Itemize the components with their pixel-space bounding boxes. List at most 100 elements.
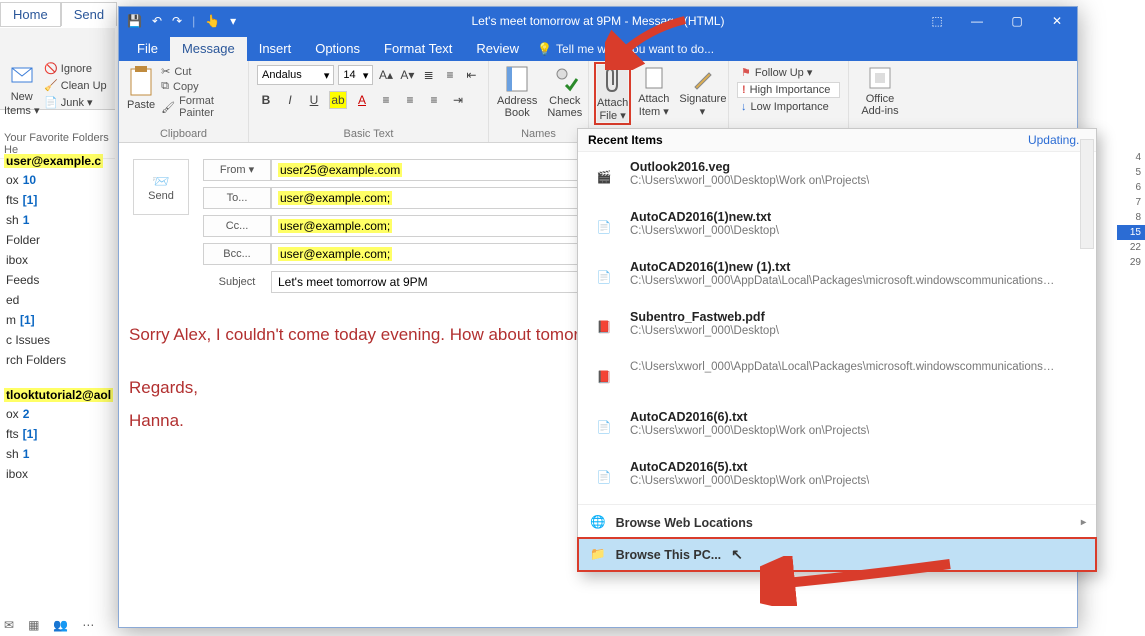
cursor-icon: ↖ [731,546,743,563]
low-importance-button[interactable]: ↓Low Importance [737,100,840,114]
nav-folder-row[interactable]: c Issues [0,330,115,350]
nav-folder-row[interactable]: Feeds [0,270,115,290]
highlight-button[interactable]: ab [329,91,347,109]
maximize-button[interactable]: ▢ [997,7,1037,35]
cut-button[interactable]: ✂Cut [161,65,240,78]
account-1[interactable]: user@example.c [4,154,103,168]
junk-button[interactable]: 📄 Junk ▾ [44,94,107,111]
scrollbar[interactable] [1080,139,1094,249]
menu-insert[interactable]: Insert [247,37,304,61]
main-tab-home[interactable]: Home [0,2,61,27]
to-button[interactable]: To... [203,187,271,209]
grow-font-button[interactable]: A▴ [377,66,394,84]
outdent-button[interactable]: ⇤ [463,66,480,84]
high-importance-button[interactable]: !High Importance [737,82,840,98]
shrink-font-button[interactable]: A▾ [399,66,416,84]
align-left-button[interactable]: ≡ [377,91,395,109]
ribbon-options-icon[interactable]: ⬚ [917,7,957,35]
more-nav-icon[interactable]: ⋯ [82,618,94,632]
copy-icon: ⧉ [161,80,169,93]
account-2[interactable]: tlooktutorial2@aol [4,388,113,402]
new-items-button[interactable]: New Items ▾ [4,62,39,119]
nav-folder-row[interactable]: ox2 [0,404,115,424]
bold-button[interactable]: B [257,91,275,109]
minimize-button[interactable]: — [957,7,997,35]
nav-folder-row[interactable]: Folder [0,230,115,250]
people-nav-icon[interactable]: 👥 [53,618,68,632]
chevron-down-icon: ▾ [324,69,330,82]
indent-button[interactable]: ⇥ [449,91,467,109]
attach-item-button[interactable]: Attach Item ▾ [638,65,669,122]
send-button[interactable]: 📨 Send [133,159,189,215]
cleanup-button[interactable]: 🧹 Clean Up [44,77,107,94]
align-center-button[interactable]: ≡ [401,91,419,109]
menu-file[interactable]: File [125,37,170,61]
nav-folder-row[interactable]: m[1] [0,310,115,330]
font-name-select[interactable]: Andalus▾ [257,65,334,85]
flag-icon: ⚑ [741,66,751,79]
address-book-button[interactable]: Address Book [497,65,537,119]
ignore-button[interactable]: 🚫 Ignore [44,60,107,77]
recent-file-item[interactable]: 📄AutoCAD2016(1)new (1).txtC:\Users\xworl… [578,252,1096,302]
brush-icon: 🖌 [161,101,175,114]
close-button[interactable]: ✕ [1037,7,1077,35]
recent-file-item[interactable]: 🎬Outlook2016.vegC:\Users\xworl_000\Deskt… [578,152,1096,202]
save-icon[interactable]: 💾 [127,14,142,28]
scissors-icon: ✂ [161,65,170,78]
nav-folder-row[interactable]: ox10 [0,170,115,190]
file-type-icon: 📄 [590,210,618,244]
recent-file-item[interactable]: 📕Subentro_Fastweb.pdfC:\Users\xworl_000\… [578,302,1096,352]
calendar-nav-icon[interactable]: ▦ [28,618,39,632]
nav-folder-row[interactable]: fts[1] [0,190,115,210]
nav-folder-row[interactable]: sh1 [0,444,115,464]
nav-folder-row[interactable]: sh1 [0,210,115,230]
bullets-button[interactable]: ≣ [420,66,437,84]
check-names-button[interactable]: Check Names [547,65,582,119]
browse-web-locations[interactable]: 🌐 Browse Web Locations ▸ [578,507,1096,538]
group-basic-text: Basic Text [257,128,480,140]
subject-label: Subject [203,276,271,288]
paste-button[interactable]: Paste [127,65,155,119]
file-type-icon: 📄 [590,410,618,444]
redo-icon[interactable]: ↷ [172,14,182,28]
nav-folder-row[interactable]: ed [0,290,115,310]
chevron-down-icon: ▾ [363,69,369,82]
cc-button[interactable]: Cc... [203,215,271,237]
from-button[interactable]: From ▾ [203,159,271,181]
tell-me-search[interactable]: 💡 Tell me what you want to do... [537,42,714,61]
recent-file-item[interactable]: 📄AutoCAD2016(1)new.txtC:\Users\xworl_000… [578,202,1096,252]
menu-review[interactable]: Review [464,37,531,61]
follow-up-button[interactable]: ⚑Follow Up ▾ [737,65,840,80]
recent-file-item[interactable]: 📄AutoCAD2016(6).txtC:\Users\xworl_000\De… [578,402,1096,452]
italic-button[interactable]: I [281,91,299,109]
copy-button[interactable]: ⧉Copy [161,80,240,93]
recent-file-item[interactable]: 📕C:\Users\xworl_000\AppData\Local\Packag… [578,352,1096,402]
menu-format-text[interactable]: Format Text [372,37,464,61]
office-addins-button[interactable]: Office Add-ins [857,65,903,117]
browse-this-pc[interactable]: 📁 Browse This PC... ↖ [578,538,1096,571]
menu-options[interactable]: Options [303,37,372,61]
format-painter-button[interactable]: 🖌Format Painter [161,95,240,119]
underline-button[interactable]: U [305,91,323,109]
attach-file-button[interactable]: Attach File ▾ [597,65,628,122]
nav-folder-row[interactable]: rch Folders [0,350,115,370]
undo-icon[interactable]: ↶ [152,14,162,28]
numbering-button[interactable]: ≡ [441,66,458,84]
font-color-button[interactable]: A [353,91,371,109]
nav-folder-row[interactable]: ibox [0,464,115,484]
recent-file-item[interactable]: 📄AutoCAD2016(5).txtC:\Users\xworl_000\De… [578,452,1096,502]
file-type-icon: 📕 [590,360,618,394]
main-tab-send[interactable]: Send [61,2,117,26]
nav-folder-row[interactable]: fts[1] [0,424,115,444]
signature-button[interactable]: Signature ▾ [679,65,725,122]
align-right-button[interactable]: ≡ [425,91,443,109]
touch-icon[interactable]: 👆 [205,14,220,28]
mail-nav-icon[interactable]: ✉ [4,618,14,632]
font-size-select[interactable]: 14▾ [338,65,373,85]
down-arrow-icon: ↓ [741,101,747,113]
qat-dropdown-icon[interactable]: ▾ [230,14,236,28]
menu-message[interactable]: Message [170,37,247,61]
bcc-button[interactable]: Bcc... [203,243,271,265]
nav-folder-row[interactable]: ibox [0,250,115,270]
attach-item-icon [643,65,665,91]
